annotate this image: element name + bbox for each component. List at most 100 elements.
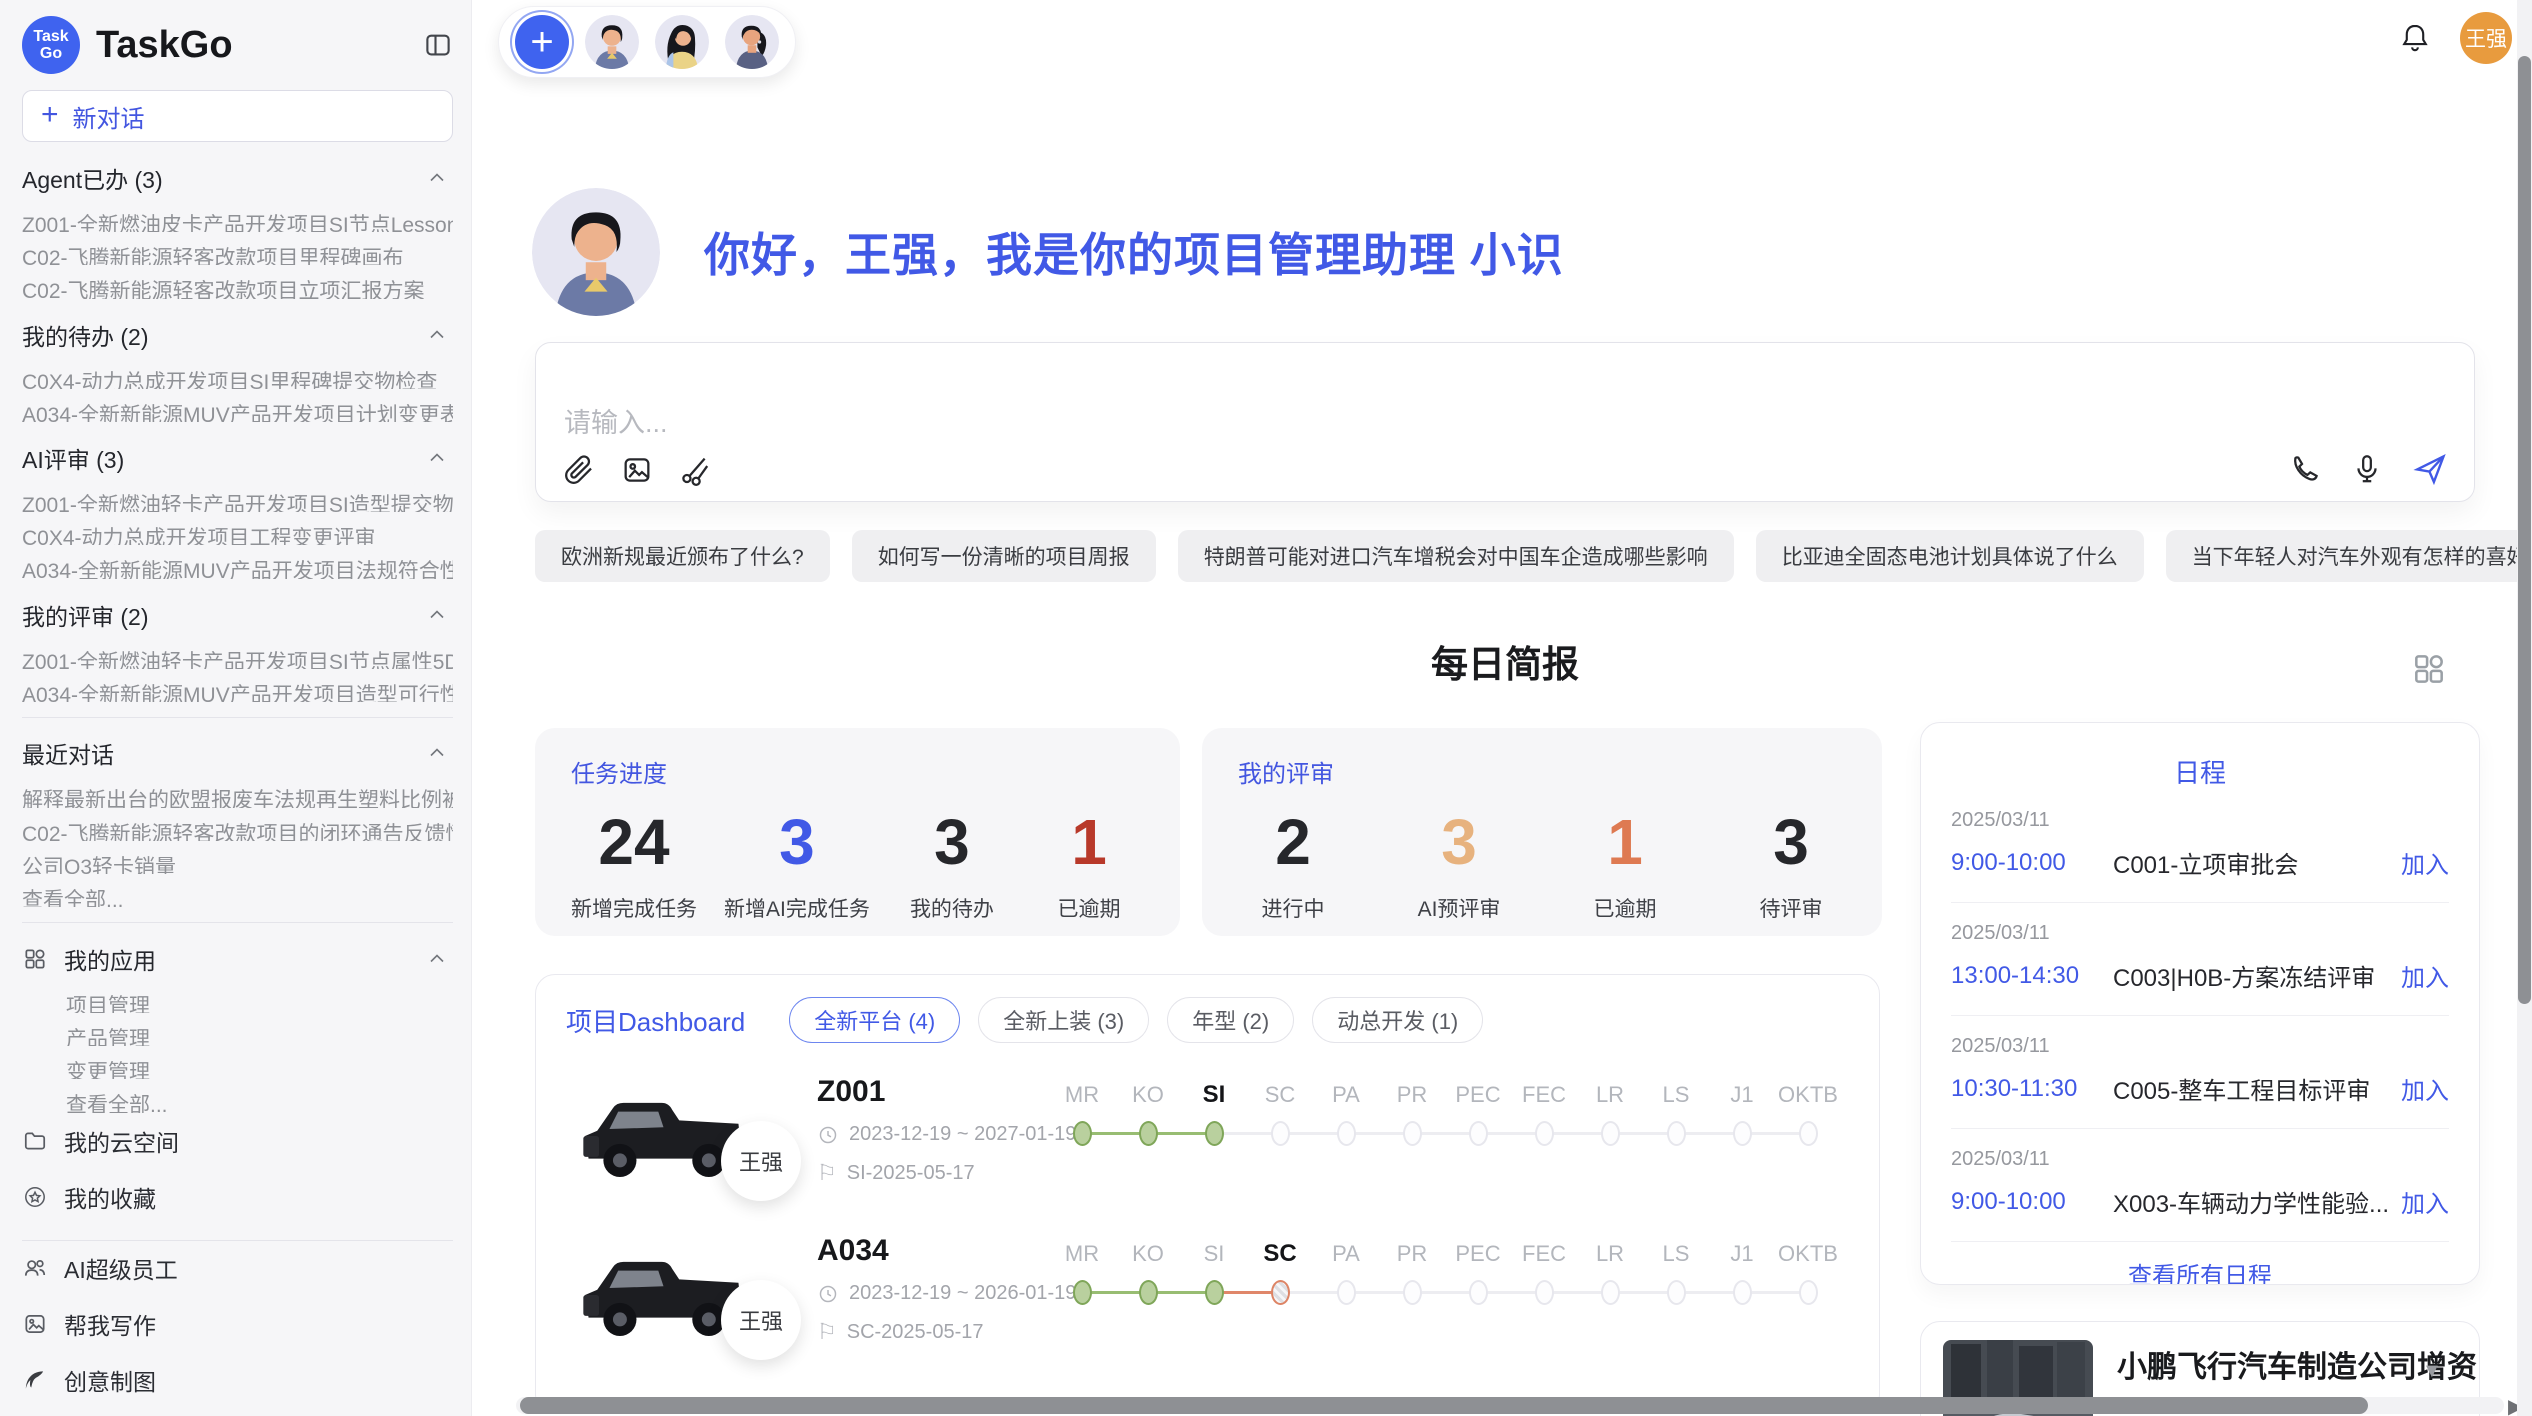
image-upload-icon[interactable] bbox=[620, 453, 654, 487]
section-header-agent-done[interactable]: Agent已办 (3) bbox=[22, 161, 449, 195]
section-header-my-todo[interactable]: 我的待办 (2) bbox=[22, 318, 449, 352]
milestone: PR bbox=[1379, 1079, 1445, 1151]
sidebar-item[interactable]: C02-飞腾新能源轻客改款项目立项汇报方案 bbox=[22, 265, 453, 298]
sidebar-item-creative-drawing[interactable]: 创意制图 bbox=[22, 1352, 453, 1408]
stat: 1 已逾期 bbox=[1034, 805, 1144, 923]
suggestion-chip[interactable]: 特朗普可能对进口汽车增税会对中国车企造成哪些影响 bbox=[1178, 530, 1734, 582]
milestone-dot bbox=[1139, 1280, 1158, 1305]
briefing-stats-row: 任务进度 24 新增完成任务 3 新增AI完成任务 3 我的待办 bbox=[535, 728, 1882, 936]
milestone-dot bbox=[1469, 1121, 1488, 1146]
milestone-dot bbox=[1139, 1121, 1158, 1146]
scroll-down-indicator[interactable]: ▼ bbox=[2422, 1360, 2442, 1383]
tab-new-body[interactable]: 全新上装 (3) bbox=[978, 997, 1149, 1043]
milestone: PR bbox=[1379, 1238, 1445, 1310]
recent-chat-item[interactable]: C02-飞腾新能源轻客改款项目的闭环通告反馈情况 bbox=[22, 808, 453, 841]
milestone-dot bbox=[1337, 1121, 1356, 1146]
send-icon[interactable] bbox=[2412, 451, 2448, 487]
milestone: FEC bbox=[1511, 1079, 1577, 1151]
chat-composer[interactable]: 请输入... bbox=[535, 342, 2475, 502]
add-assistant-button[interactable]: + bbox=[515, 15, 569, 69]
sidebar-item[interactable]: Z001-全新燃油轻卡产品开发项目SI节点属性5D文件评审 bbox=[22, 636, 453, 669]
notification-bell-icon[interactable] bbox=[2398, 21, 2432, 55]
sidebar-item-cloud-space[interactable]: 我的云空间 bbox=[22, 1113, 453, 1169]
project-row[interactable]: 王强 Z001 2023-12-19 ~ 2027-01-19 ⚐ SI-202… bbox=[566, 1075, 1849, 1202]
join-button[interactable]: 加入 bbox=[2401, 1184, 2449, 1219]
join-button[interactable]: 加入 bbox=[2401, 1071, 2449, 1106]
sidebar: Task Go TaskGo + 新对话 Agent已办 (3) Z001-全新… bbox=[0, 0, 472, 1416]
sidebar-item-help-me-write[interactable]: 帮我写作 bbox=[22, 1296, 453, 1352]
suggestion-chip[interactable]: 当下年轻人对汽车外观有怎样的喜好趋势 bbox=[2166, 530, 2532, 582]
schedule-item: 2025/03/11 13:00-14:30 C003|H0B-方案冻结评审 加… bbox=[1951, 903, 2449, 1016]
section-header-my-review[interactable]: 我的评审 (2) bbox=[22, 598, 449, 632]
schedule-name: X003-车辆动力学性能验... bbox=[2113, 1184, 2401, 1219]
milestone: SC bbox=[1247, 1079, 1313, 1151]
microphone-icon[interactable] bbox=[2350, 452, 2384, 486]
section-header-ai-review[interactable]: AI评审 (3) bbox=[22, 441, 449, 475]
chevron-up-icon bbox=[425, 323, 449, 347]
project-vehicle-image: 王强 bbox=[566, 1075, 771, 1202]
vertical-scrollbar-thumb[interactable] bbox=[2518, 56, 2531, 1004]
composer-placeholder: 请输入... bbox=[564, 401, 668, 440]
suggestion-chip[interactable]: 如何写一份清晰的项目周报 bbox=[852, 530, 1156, 582]
briefing-layout-icon[interactable] bbox=[2410, 650, 2448, 688]
milestone-dot bbox=[1403, 1280, 1422, 1305]
recent-chat-item[interactable]: 公司Q3轻卡销量 bbox=[22, 841, 453, 874]
tab-new-platform[interactable]: 全新平台 (4) bbox=[789, 997, 960, 1043]
sidebar-collapse-icon[interactable] bbox=[423, 30, 453, 60]
suggestion-chip[interactable]: 欧洲新规最近颁布了什么? bbox=[535, 530, 830, 582]
horizontal-scrollbar[interactable] bbox=[516, 1397, 2504, 1414]
join-button[interactable]: 加入 bbox=[2401, 958, 2449, 993]
sidebar-item-ai-super-staff[interactable]: AI超级员工 bbox=[22, 1240, 453, 1296]
sidebar-item[interactable]: A034-全新新能源MUV产品开发项目计划变更表编写 bbox=[22, 389, 453, 422]
assistant-avatar-1[interactable] bbox=[585, 15, 639, 69]
milestone-dot bbox=[1733, 1121, 1752, 1146]
tab-powertrain[interactable]: 动总开发 (1) bbox=[1312, 997, 1483, 1043]
schedule-title: 日程 bbox=[1951, 753, 2449, 790]
sidebar-item[interactable]: A034-全新新能源MUV产品开发项目法规符合性评审 bbox=[22, 545, 453, 578]
section-header-recent-chats[interactable]: 最近对话 bbox=[22, 736, 449, 770]
app-item-product-mgmt[interactable]: 产品管理 bbox=[22, 1013, 453, 1046]
sidebar-item[interactable]: Z001-全新燃油轻卡产品开发项目SI造型提交物评审 bbox=[22, 479, 453, 512]
greeting-text: 你好，王强，我是你的项目管理助理 小识 bbox=[704, 219, 1564, 285]
app-item-project-mgmt[interactable]: 项目管理 bbox=[22, 980, 453, 1013]
suggestion-chip[interactable]: 比亚迪全固态电池计划具体说了什么 bbox=[1756, 530, 2144, 582]
project-dashboard-card: 项目Dashboard 全新平台 (4) 全新上装 (3) 年型 (2) 动总开… bbox=[535, 974, 1880, 1414]
sidebar-item-favorites[interactable]: 我的收藏 bbox=[22, 1169, 453, 1225]
milestone-dot bbox=[1799, 1121, 1818, 1146]
assistant-avatar-3[interactable] bbox=[725, 15, 779, 69]
section-header-my-apps[interactable]: 我的应用 bbox=[22, 942, 449, 976]
sidebar-item[interactable]: C02-飞腾新能源轻客改款项目里程碑画布 bbox=[22, 232, 453, 265]
milestone: SC bbox=[1247, 1238, 1313, 1310]
sidebar-item[interactable]: C0X4-动力总成开发项目工程变更评审 bbox=[22, 512, 453, 545]
milestone: J1 bbox=[1709, 1238, 1775, 1310]
recent-view-all[interactable]: 查看全部... bbox=[22, 874, 453, 907]
project-owner-badge: 王强 bbox=[721, 1121, 801, 1201]
sidebar-item[interactable]: C0X4-动力总成开发项目SI里程碑提交物检查 bbox=[22, 356, 453, 389]
join-button[interactable]: 加入 bbox=[2401, 845, 2449, 880]
greeting-section: 你好，王强，我是你的项目管理助理 小识 bbox=[532, 188, 1564, 316]
attachment-icon[interactable] bbox=[562, 453, 596, 487]
flag-icon: ⚐ bbox=[817, 1160, 837, 1186]
horizontal-scrollbar-thumb[interactable] bbox=[520, 1397, 2368, 1414]
my-review-card: 我的评审 2 进行中 3 AI预评审 1 已逾期 3 bbox=[1202, 728, 1882, 936]
sidebar-item[interactable]: Z001-全新燃油皮卡产品开发项目SI节点Lesson Learn报告 bbox=[22, 199, 453, 232]
scissors-icon[interactable] bbox=[678, 453, 712, 487]
milestone-dot bbox=[1205, 1121, 1224, 1146]
view-all-schedule-link[interactable]: 查看所有日程 bbox=[1951, 1256, 2449, 1285]
clock-icon bbox=[817, 1283, 839, 1305]
voice-call-icon[interactable] bbox=[2288, 452, 2322, 486]
milestone-dot bbox=[1205, 1280, 1224, 1305]
apps-view-all[interactable]: 查看全部... bbox=[22, 1079, 453, 1112]
assistant-avatar-2[interactable] bbox=[655, 15, 709, 69]
user-avatar[interactable]: 王强 bbox=[2460, 12, 2512, 64]
app-root: Task Go TaskGo + 新对话 Agent已办 (3) Z001-全新… bbox=[0, 0, 2532, 1416]
sidebar-item[interactable]: A034-全新新能源MUV产品开发项目造型可行性评审 bbox=[22, 669, 453, 702]
recent-chat-item[interactable]: 解释最新出台的欧盟报废车法规再生塑料比例被调至15%... bbox=[22, 774, 453, 807]
milestone: KO bbox=[1115, 1238, 1181, 1310]
tab-model-year[interactable]: 年型 (2) bbox=[1167, 997, 1294, 1043]
new-chat-button[interactable]: + 新对话 bbox=[22, 90, 453, 142]
project-row[interactable]: 王强 A034 2023-12-19 ~ 2026-01-19 ⚐ SC-202… bbox=[566, 1234, 1849, 1361]
vertical-scrollbar[interactable] bbox=[2517, 0, 2532, 1416]
app-title: TaskGo bbox=[96, 24, 407, 67]
app-item-change-mgmt[interactable]: 变更管理 bbox=[22, 1046, 453, 1079]
